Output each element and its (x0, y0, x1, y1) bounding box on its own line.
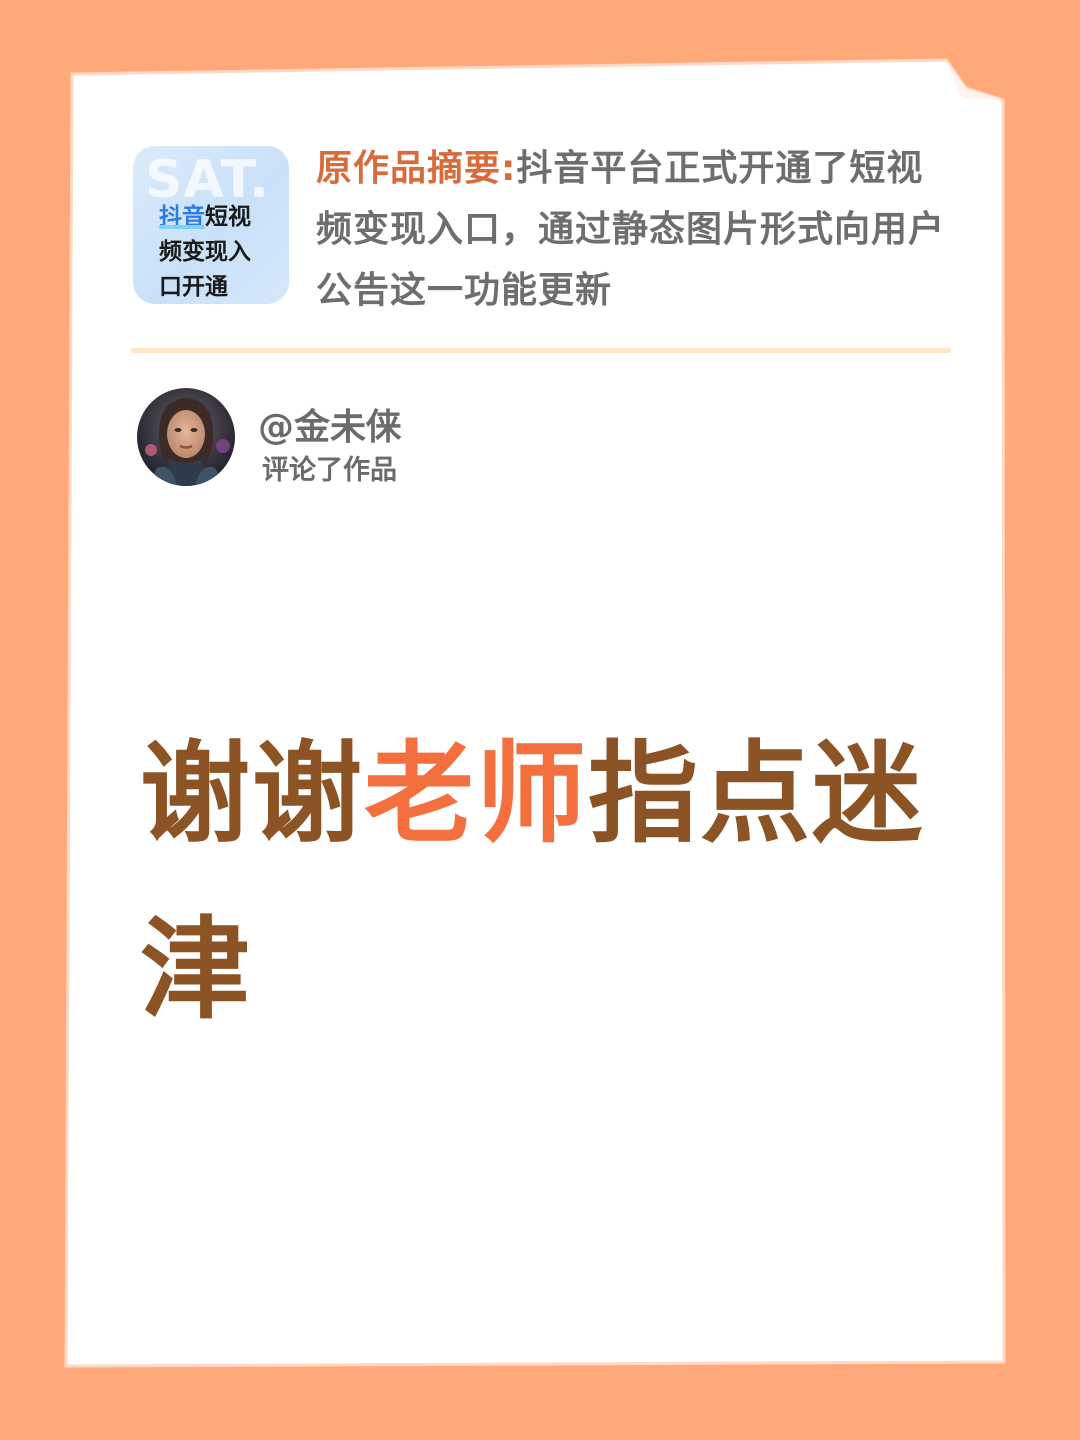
divider (131, 348, 951, 353)
comment-text: 谢谢老师指点迷津 (140, 706, 960, 1058)
comment-highlight: 老师 (364, 730, 588, 858)
username[interactable]: @金未俫 (258, 398, 402, 450)
thumbnail-line3: 口开通 (159, 274, 228, 300)
comment-before: 谢谢 (140, 730, 364, 858)
thumbnail-line1-rest: 短视 (205, 204, 251, 230)
original-summary: 原作品摘要:抖音平台正式开通了短视频变现入口，通过静态图片形式向用户公告这一功能… (316, 138, 956, 321)
avatar-portrait-icon (137, 388, 235, 486)
thumbnail-title: 抖音短视 频变现入 口开通 (159, 200, 251, 304)
card-page: SAT. 抖音短视 频变现入 口开通 原作品摘要:抖音平台正式开通了短视频变现入… (0, 0, 1080, 1440)
thumbnail-line2: 频变现入 (159, 239, 251, 265)
avatar[interactable] (137, 388, 235, 486)
summary-label: 原作品摘要: (316, 148, 517, 189)
comment-action: 评论了作品 (262, 455, 397, 486)
post-thumbnail[interactable]: SAT. 抖音短视 频变现入 口开通 (133, 146, 289, 304)
thumbnail-highlight: 抖音 (159, 204, 205, 230)
